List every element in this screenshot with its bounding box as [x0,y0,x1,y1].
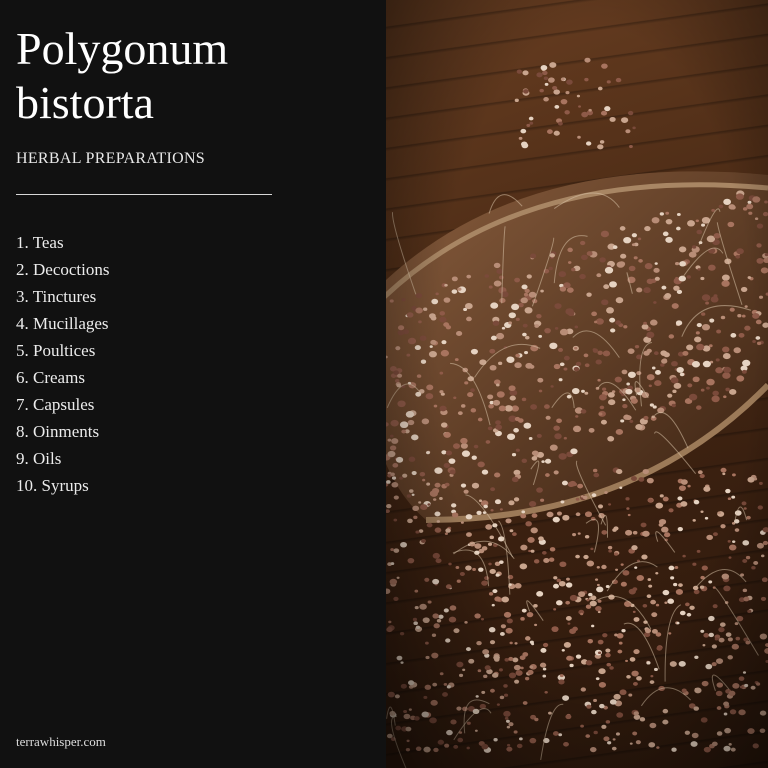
title-line-1: Polygonum [16,23,229,74]
list-item: 3. Tinctures [16,287,97,306]
photo-vignette [386,0,768,768]
section-subtitle: HERBAL PREPARATIONS [16,150,205,167]
list-item: 6. Creams [16,368,85,387]
site-url: terrawhisper.com [16,734,106,749]
herb-photo [386,0,768,768]
title-line-2: bistorta [16,77,154,128]
poster: Polygonum bistorta HERBAL PREPARATIONS 1… [0,0,768,768]
list-item: 1. Teas [16,233,64,252]
plant-title: Polygonum bistorta [16,22,376,130]
list-item: 4. Mucillages [16,314,109,333]
list-item: 2. Decoctions [16,260,110,279]
preparations-list: 1. Teas 2. Decoctions 3. Tinctures 4. Mu… [16,229,109,499]
list-item: 9. Oils [16,449,62,468]
text-panel: Polygonum bistorta HERBAL PREPARATIONS 1… [0,0,386,768]
herb-photo-illustration [386,0,768,768]
list-item: 10. Syrups [16,476,89,495]
divider [16,194,272,195]
list-item: 5. Poultices [16,341,96,360]
list-item: 7. Capsules [16,395,95,414]
list-item: 8. Oinments [16,422,100,441]
